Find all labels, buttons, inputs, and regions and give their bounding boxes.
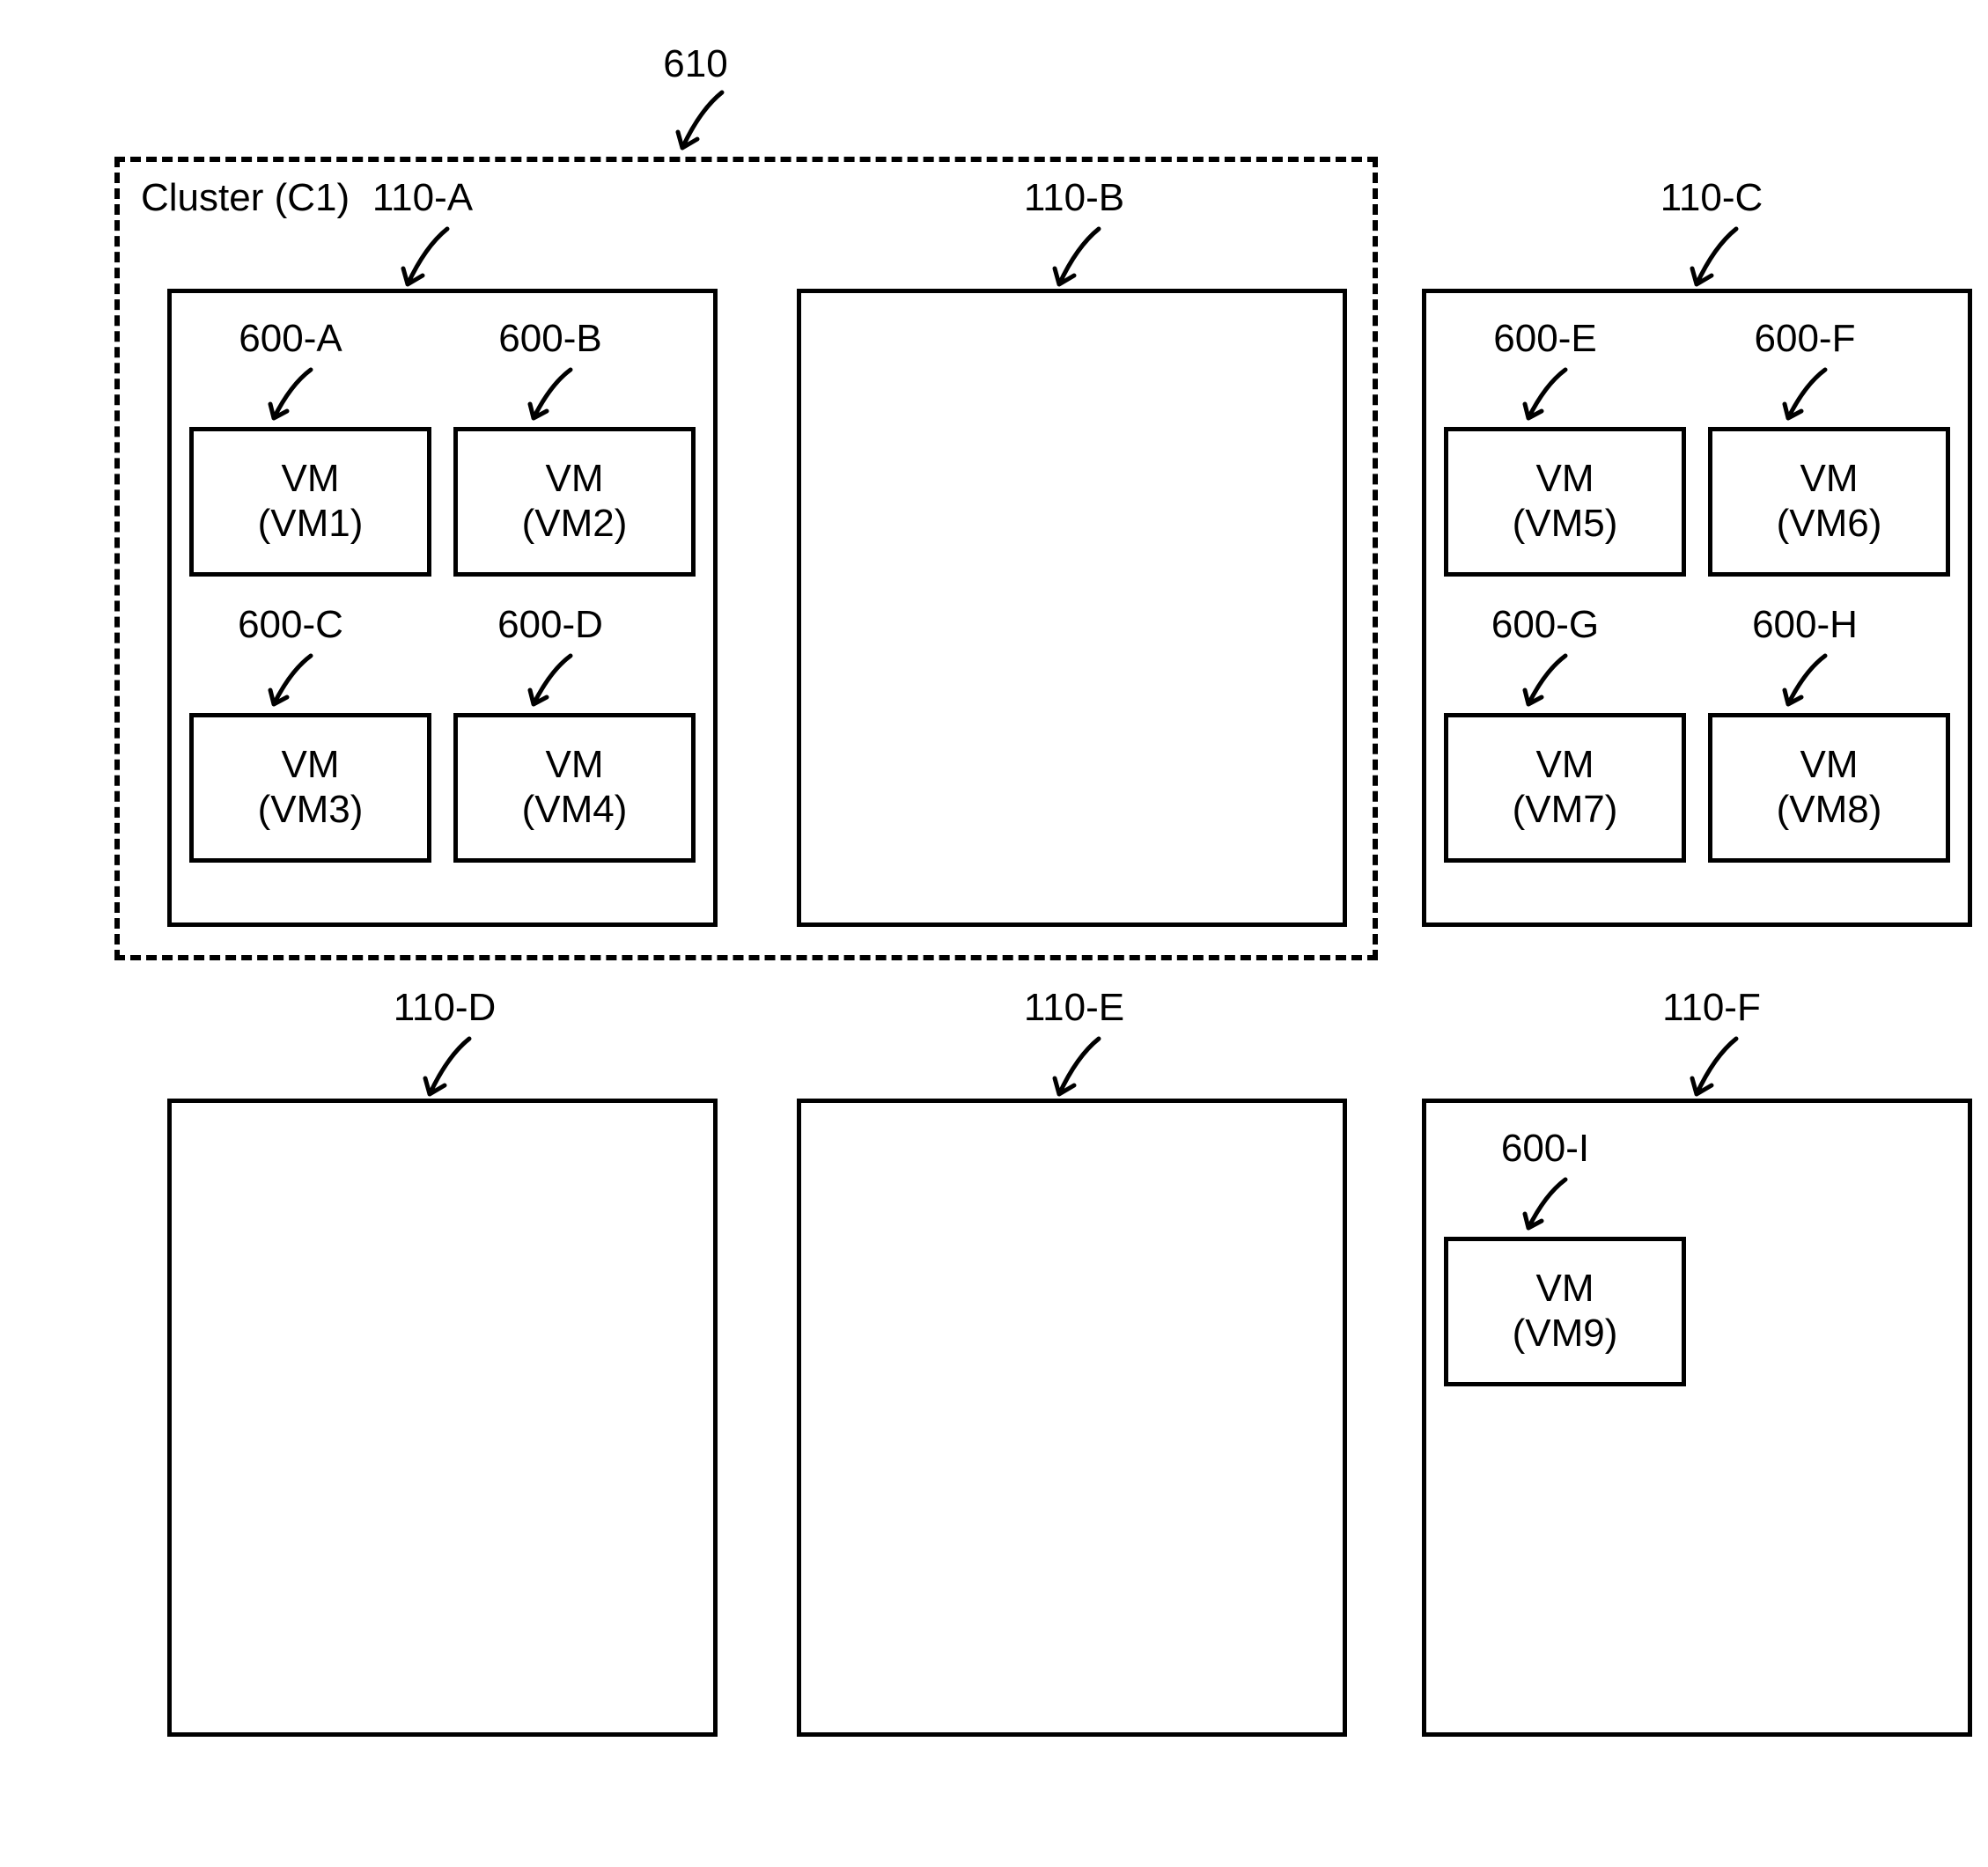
pointer-600F	[1777, 365, 1838, 427]
ref-110B: 110-B	[1012, 176, 1136, 220]
cluster-label: Cluster (C1)	[141, 176, 350, 220]
ref-110C: 110-C	[1650, 176, 1773, 220]
vm-word: VM	[1536, 743, 1594, 788]
vm-word: VM	[282, 457, 340, 502]
vm-id-vm7: (VM7)	[1513, 788, 1618, 833]
vm-id-vm3: (VM3)	[258, 788, 364, 833]
host-110F	[1422, 1099, 1972, 1737]
vm-word: VM	[546, 457, 604, 502]
pointer-110A	[394, 224, 465, 295]
vm-vm8: VM (VM8)	[1708, 713, 1950, 863]
pointer-110C	[1683, 224, 1754, 295]
vm-word: VM	[1536, 457, 1594, 502]
ref-600F: 600-F	[1739, 317, 1871, 361]
ref-600B: 600-B	[484, 317, 616, 361]
pointer-110E	[1046, 1034, 1116, 1105]
ref-110D: 110-D	[383, 986, 506, 1030]
vm-word: VM	[546, 743, 604, 788]
pointer-110D	[416, 1034, 487, 1105]
vm-id-vm5: (VM5)	[1513, 502, 1618, 547]
vm-id-vm8: (VM8)	[1777, 788, 1882, 833]
vm-id-vm6: (VM6)	[1777, 502, 1882, 547]
pointer-600B	[522, 365, 584, 427]
vm-word: VM	[1800, 743, 1859, 788]
vm-word: VM	[282, 743, 340, 788]
pointer-600H	[1777, 651, 1838, 713]
vm-vm6: VM (VM6)	[1708, 427, 1950, 577]
ref-600C: 600-C	[225, 603, 357, 647]
pointer-110B	[1046, 224, 1116, 295]
vm-word: VM	[1536, 1267, 1594, 1312]
vm-id-vm4: (VM4)	[522, 788, 628, 833]
vm-id-vm2: (VM2)	[522, 502, 628, 547]
ref-600D: 600-D	[484, 603, 616, 647]
vm-vm1: VM (VM1)	[189, 427, 431, 577]
vm-id-vm9: (VM9)	[1513, 1312, 1618, 1356]
vm-vm2: VM (VM2)	[453, 427, 696, 577]
vm-vm3: VM (VM3)	[189, 713, 431, 863]
pointer-610	[669, 88, 740, 158]
host-110B	[797, 289, 1347, 927]
vm-vm5: VM (VM5)	[1444, 427, 1686, 577]
ref-600E: 600-E	[1479, 317, 1611, 361]
pointer-600A	[262, 365, 324, 427]
ref-600A: 600-A	[225, 317, 357, 361]
host-110E	[797, 1099, 1347, 1737]
vm-vm9: VM (VM9)	[1444, 1237, 1686, 1386]
pointer-600I	[1517, 1175, 1579, 1237]
ref-610: 610	[643, 42, 748, 86]
pointer-600C	[262, 651, 324, 713]
ref-600H: 600-H	[1739, 603, 1871, 647]
ref-110A: 110-A	[361, 176, 484, 220]
ref-110F: 110-F	[1650, 986, 1773, 1030]
pointer-110F	[1683, 1034, 1754, 1105]
vm-vm7: VM (VM7)	[1444, 713, 1686, 863]
pointer-600E	[1517, 365, 1579, 427]
vm-word: VM	[1800, 457, 1859, 502]
pointer-600D	[522, 651, 584, 713]
ref-600I: 600-I	[1479, 1127, 1611, 1171]
ref-110E: 110-E	[1012, 986, 1136, 1030]
vm-vm4: VM (VM4)	[453, 713, 696, 863]
pointer-600G	[1517, 651, 1579, 713]
vm-id-vm1: (VM1)	[258, 502, 364, 547]
diagram-canvas: 610 Cluster (C1) 110-A 110-B 110-C 110-D…	[35, 35, 1988, 1832]
ref-600G: 600-G	[1479, 603, 1611, 647]
host-110D	[167, 1099, 718, 1737]
